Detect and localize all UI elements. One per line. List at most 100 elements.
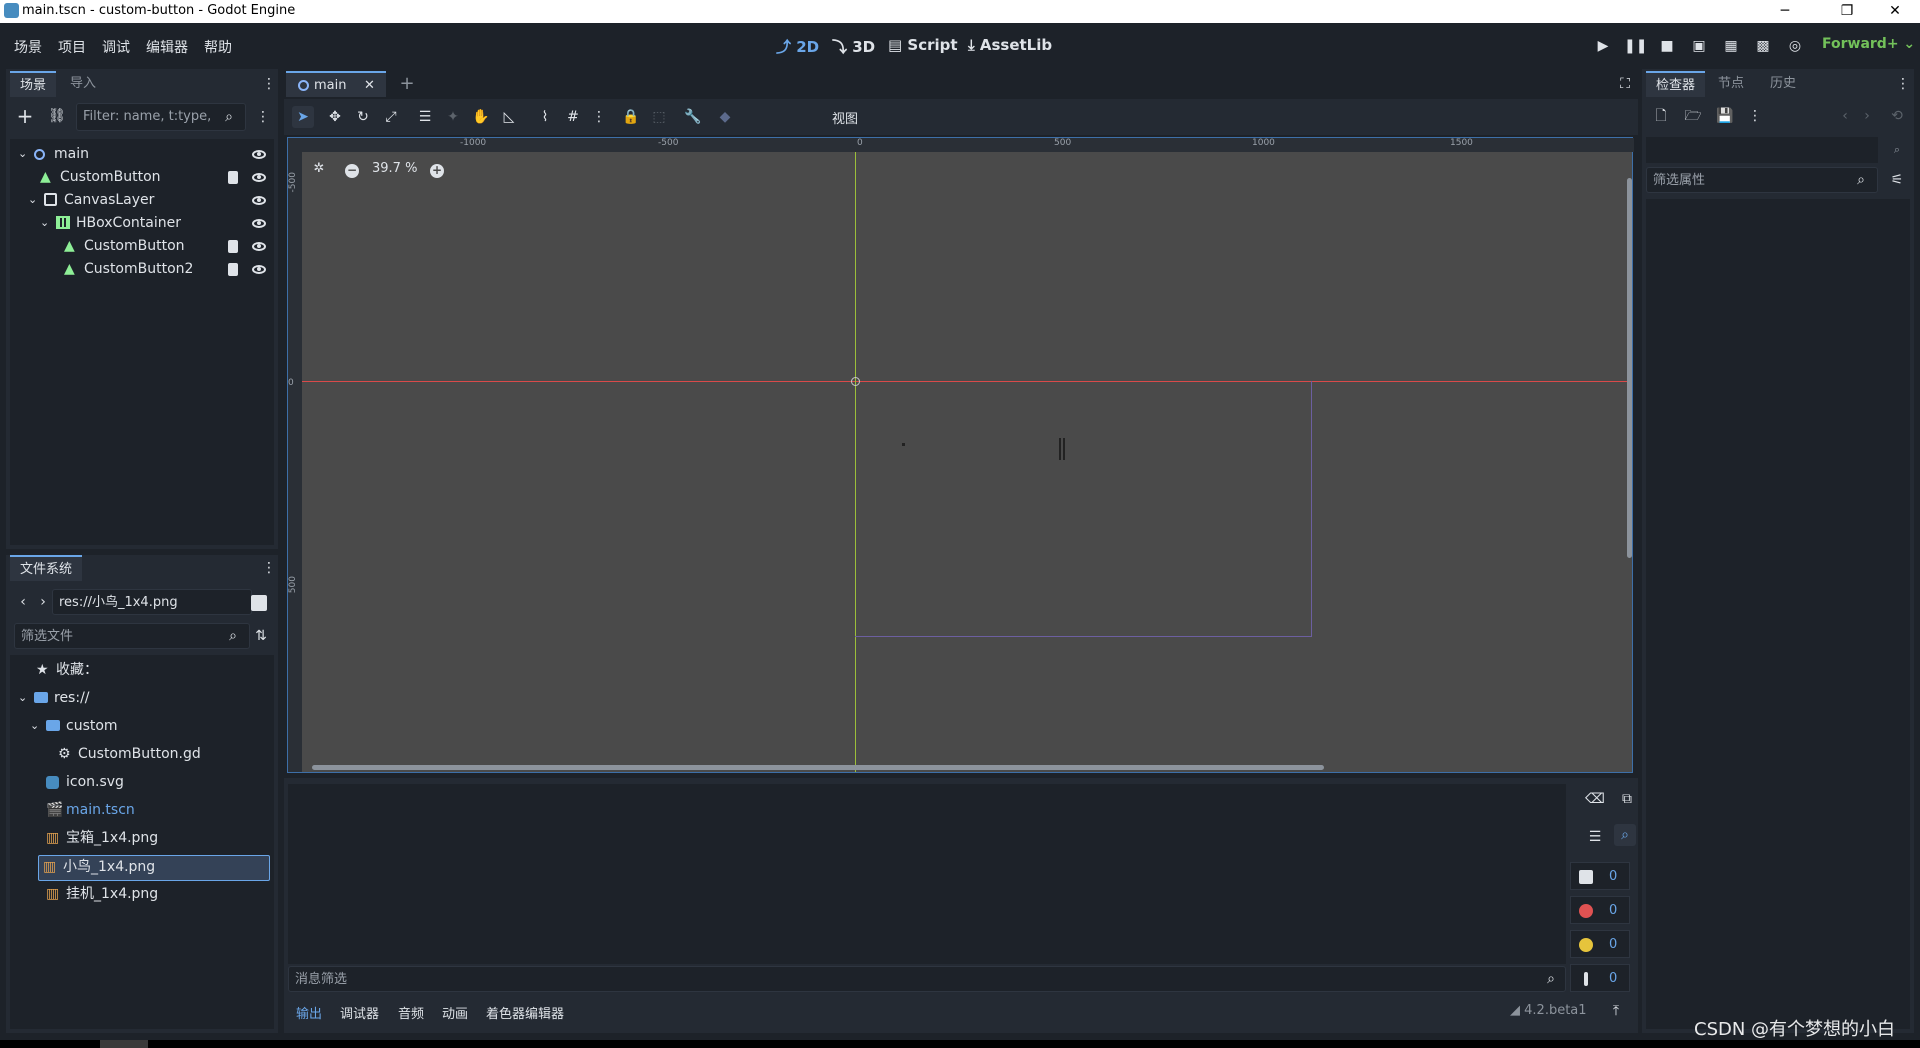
list-select-icon[interactable]: ☰ <box>414 106 436 128</box>
tab-import[interactable]: 导入 <box>60 71 106 97</box>
snap-options-icon[interactable]: ⋮ <box>588 106 610 128</box>
dock-menu-icon[interactable]: ⋮ <box>258 557 280 579</box>
menu-project[interactable]: 项目 <box>58 37 86 57</box>
play-scene-icon[interactable]: ▦ <box>1720 35 1742 57</box>
pause-icon[interactable]: ❚❚ <box>1624 35 1647 57</box>
history-forward-icon[interactable]: › <box>1856 105 1878 127</box>
menu-editor[interactable]: 编辑器 <box>146 37 188 57</box>
bottom-tab-output[interactable]: 输出 <box>296 1003 322 1022</box>
distraction-free-icon[interactable]: ⛶ <box>1614 73 1636 95</box>
tree-row-custombutton2[interactable]: ▲ CustomButton2 <box>16 258 272 280</box>
dock-menu-icon[interactable]: ⋮ <box>1892 73 1914 95</box>
clear-output-icon[interactable]: ⌫ <box>1584 788 1606 810</box>
move-mode-icon[interactable]: ✥ <box>324 106 346 128</box>
scene-tab-main[interactable]: main ✕ <box>286 71 386 97</box>
tree-row-canvaslayer[interactable]: ⌄ CanvasLayer <box>16 189 272 211</box>
split-mode-icon[interactable] <box>251 595 267 611</box>
add-node-icon[interactable]: + <box>14 105 36 127</box>
more-options-icon[interactable]: ⋮ <box>1744 105 1766 127</box>
editor-message-count[interactable]: 0 <box>1570 964 1630 992</box>
zoom-out-icon[interactable]: − <box>345 164 359 178</box>
dock-menu-icon[interactable]: ⋮ <box>258 73 280 95</box>
tree-row-custombutton-child[interactable]: ▲ CustomButton <box>16 235 272 257</box>
zoom-level[interactable]: 39.7 % <box>372 161 417 176</box>
bottom-tab-audio[interactable]: 音频 <box>398 1003 424 1022</box>
script-attached-icon[interactable] <box>228 240 238 253</box>
close-button[interactable]: ✕ <box>1872 0 1918 23</box>
tree-row-hboxcontainer[interactable]: ⌄ HBoxContainer <box>16 212 272 234</box>
smart-snap-icon[interactable]: ⌇ <box>534 106 556 128</box>
tab-filesystem[interactable]: 文件系统 <box>10 555 83 581</box>
menu-debug[interactable]: 调试 <box>102 37 130 57</box>
camera-override-icon[interactable]: ◆ <box>714 106 736 128</box>
property-filter-input[interactable]: 筛选属性 <box>1646 167 1878 193</box>
message-count[interactable]: 0 <box>1570 862 1630 890</box>
property-tools-icon[interactable]: ⚟ <box>1886 169 1908 191</box>
sort-icon[interactable]: ⇅ <box>250 625 272 647</box>
rotate-mode-icon[interactable]: ↻ <box>352 106 374 128</box>
pivot-icon[interactable]: ✦ <box>442 106 464 128</box>
zoom-in-icon[interactable]: + <box>430 164 444 178</box>
viewport-2d[interactable]: -1000 -500 0 500 1000 1500 -500 0 500 ✲ … <box>287 137 1634 773</box>
visibility-eye-icon[interactable] <box>252 219 266 228</box>
file-row-xiaoniao-selected[interactable]: ▥ 小鸟_1x4.png <box>38 855 270 881</box>
visibility-eye-icon[interactable] <box>252 196 266 205</box>
visibility-eye-icon[interactable] <box>252 173 266 182</box>
chevron-down-icon[interactable]: ⌄ <box>28 189 37 211</box>
tab-inspector[interactable]: 检查器 <box>1646 71 1706 97</box>
file-filter-input[interactable]: 筛选文件 <box>14 623 250 649</box>
select-mode-icon[interactable]: ➤ <box>292 106 314 128</box>
open-folder-icon[interactable]: 🗁 <box>1682 105 1704 127</box>
center-view-icon[interactable]: ✲ <box>308 158 330 180</box>
error-count[interactable]: 0 <box>1570 896 1630 924</box>
tab-scene[interactable]: 场景 <box>10 71 57 97</box>
chevron-down-icon[interactable]: ⌄ <box>40 212 49 234</box>
mode-2d-button[interactable]: ⤴ 2D <box>776 36 819 57</box>
link-icon[interactable]: ⛓ <box>46 105 68 127</box>
play-custom-scene-icon[interactable]: ▩ <box>1752 35 1774 57</box>
save-icon[interactable]: 💾 <box>1714 105 1736 127</box>
object-history-icon[interactable]: ⟲ <box>1886 105 1908 127</box>
scale-mode-icon[interactable]: ⤢ <box>380 106 402 128</box>
menu-help[interactable]: 帮助 <box>204 37 232 57</box>
copy-output-icon[interactable]: ⧉ <box>1616 788 1638 810</box>
visibility-eye-icon[interactable] <box>252 242 266 251</box>
ruler-mode-icon[interactable]: ◺ <box>498 106 520 128</box>
message-filter-input[interactable]: 消息筛选 <box>288 966 1566 992</box>
group-icon[interactable]: ⬚ <box>648 106 670 128</box>
movie-maker-icon[interactable]: ◎ <box>1784 35 1806 57</box>
script-attached-icon[interactable] <box>228 171 238 184</box>
play-icon[interactable]: ▶ <box>1592 35 1614 57</box>
taskbar-item[interactable] <box>100 1040 148 1048</box>
bottom-tab-animation[interactable]: 动画 <box>442 1003 468 1022</box>
remote-debug-icon[interactable]: ▣ <box>1688 35 1710 57</box>
grid-snap-icon[interactable]: # <box>562 106 584 128</box>
forward-icon[interactable]: › <box>32 591 54 613</box>
visibility-eye-icon[interactable] <box>252 265 266 274</box>
filter-search-icon[interactable]: ⌕ <box>1614 824 1636 846</box>
chevron-down-icon[interactable]: ⌄ <box>30 715 39 737</box>
restore-button[interactable]: ❐ <box>1824 0 1870 23</box>
tree-row-custombutton[interactable]: ▲ CustomButton <box>16 166 272 188</box>
tab-history[interactable]: 历史 <box>1760 71 1806 97</box>
tree-row-main[interactable]: ⌄ main <box>16 143 272 165</box>
mode-3d-button[interactable]: ⤵ 3D <box>832 36 875 57</box>
open-docs-icon[interactable]: ⌕ <box>1886 139 1908 161</box>
chevron-down-icon[interactable]: ⌄ <box>18 687 27 709</box>
bone-icon[interactable]: 🔧 <box>682 106 704 128</box>
mode-script-button[interactable]: ▤ Script <box>888 36 958 54</box>
minimize-button[interactable]: ─ <box>1762 0 1808 23</box>
lock-icon[interactable]: 🔒 <box>620 106 642 128</box>
script-attached-icon[interactable] <box>228 263 238 276</box>
path-field[interactable]: res://小鸟_1x4.png <box>52 589 252 615</box>
stop-icon[interactable]: ■ <box>1656 35 1678 57</box>
menu-scene[interactable]: 场景 <box>14 37 42 57</box>
vertical-scrollbar[interactable] <box>1627 178 1632 558</box>
renderer-select[interactable]: Forward+ ⌄ <box>1822 36 1915 52</box>
collapse-icon[interactable]: ☰ <box>1584 826 1606 848</box>
version-label[interactable]: ◢ 4.2.beta1 <box>1510 1003 1587 1018</box>
horizontal-scrollbar[interactable] <box>312 765 1324 770</box>
chevron-down-icon[interactable]: ⌄ <box>18 143 27 165</box>
bottom-tab-debugger[interactable]: 调试器 <box>340 1003 379 1022</box>
back-icon[interactable]: ‹ <box>12 591 34 613</box>
